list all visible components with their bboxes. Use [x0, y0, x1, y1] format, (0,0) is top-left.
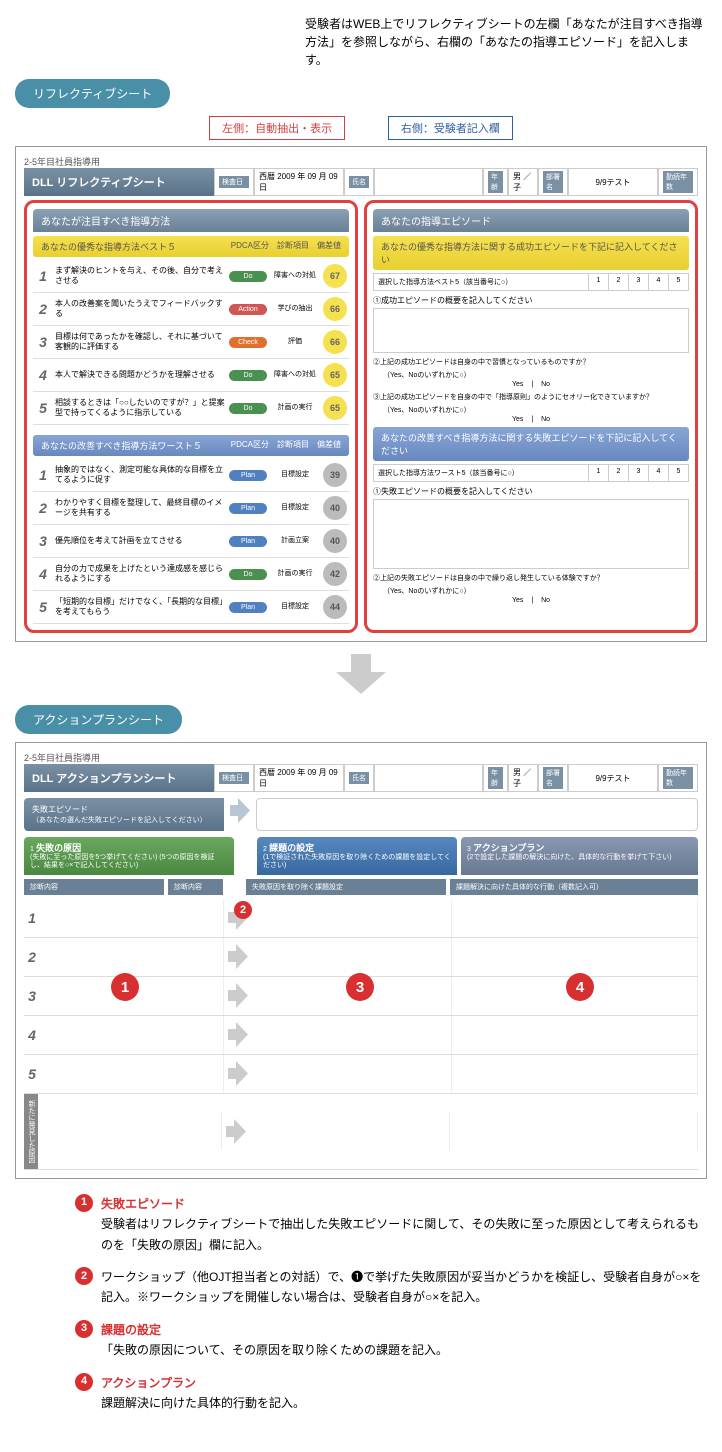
tab-reflective: リフレクティブシート — [15, 79, 170, 108]
legend-marker: 1 — [75, 1194, 93, 1212]
ap-episode-input[interactable] — [256, 798, 698, 831]
list-item: 1 抽象的ではなく、測定可能な具体的な目標を立てるように促す Plan 目標設定… — [33, 459, 349, 492]
score-badge: 40 — [323, 496, 347, 520]
score-badge: 65 — [323, 396, 347, 420]
legend-item: 3 課題の設定「失敗の原因について、その原因を取り除くための課題を記入。 — [75, 1320, 707, 1361]
actionplan-sheet: 2-5年目社員指導用 DLL アクションプランシート 検査日 西暦 2009 年… — [15, 742, 707, 1179]
marker-1: 1 — [111, 973, 139, 1001]
score-badge: 66 — [323, 297, 347, 321]
ap-title: DLL アクションプランシート — [32, 770, 176, 786]
table-row: 2 — [24, 938, 698, 977]
left-panel: あなたが注目すべき指導方法 あなたの優秀な指導方法ベスト５ PDCA区分診断項目… — [24, 200, 358, 633]
ap-col1-header: 1 失敗の原因 (失敗に至った原因を5つ挙げてください) (5つの原因を検証し、… — [24, 837, 234, 875]
tab-actionplan: アクションプランシート — [15, 705, 182, 734]
right-arrow-icon — [230, 798, 250, 823]
sheet-title: DLL リフレクティブシート — [32, 174, 166, 190]
ap-col3-header: 3 アクションプラン (2で設定した課題の解決に向けた、具体的な行動を挙げて下さ… — [461, 837, 698, 875]
success-episode-input[interactable] — [373, 308, 689, 353]
score-badge: 67 — [323, 264, 347, 288]
list-item: 2 本人の改善案を聞いたうえでフィードバックする Action 学びの抽出 66 — [33, 293, 349, 326]
pdca-badge: Check — [229, 337, 267, 348]
score-badge: 42 — [323, 562, 347, 586]
list-item: 3 優先順位を考えて計画を立てさせる Plan 計画立案 40 — [33, 525, 349, 558]
pdca-badge: Plan — [229, 470, 267, 481]
legend-item: 1 失敗エピソード受験者はリフレクティブシートで抽出した失敗エピソードに関して、… — [75, 1194, 707, 1255]
select-best-row[interactable]: 選択した指導方法ベスト5（該当番号に○） 12345 — [373, 273, 689, 291]
score-badge: 65 — [323, 363, 347, 387]
pdca-badge: Plan — [229, 503, 267, 514]
pdca-badge: Plan — [229, 602, 267, 613]
table-row: 1 — [24, 899, 698, 938]
meta-row: 検査日 西暦 2009 年 09 月 09 日 氏名 年齢 男 ／ 子 部署名 … — [214, 168, 698, 196]
failure-episode-input[interactable] — [373, 499, 689, 569]
worst5-header: あなたの改善すべき指導方法ワースト５ PDCA区分診断項目偏差値 — [33, 435, 349, 456]
select-worst-row[interactable]: 選択した指導方法ワースト5（該当番号に○） 12345 — [373, 464, 689, 482]
right-arrow-icon — [228, 944, 248, 969]
legend-item: 2 ワークショップ（他OJT担当者との対話）で、❶で挙げた失敗原因が妥当かどうか… — [75, 1267, 707, 1308]
pdca-badge: Action — [229, 304, 267, 315]
right-arrow-icon — [226, 1119, 246, 1144]
pdca-badge: Do — [229, 403, 267, 414]
ap-meta-row: 検査日 西暦 2009 年 09 月 09 日 氏名 年齢 男 ／ 子 部署名 … — [214, 764, 698, 792]
list-item: 4 自分の力で成果を上げたという達成感を感じられるようにする Do 計画の実行 … — [33, 558, 349, 591]
right-arrow-icon — [228, 1022, 248, 1047]
legend: 1 失敗エピソード受験者はリフレクティブシートで抽出した失敗エピソードに関して、… — [75, 1194, 707, 1414]
list-item: 1 まず解決のヒントを与え、その後、自分で考えさせる Do 障害への対処 67 — [33, 260, 349, 293]
list-item: 2 わかりやすく目標を整理して、最終目標のイメージを共有する Plan 目標設定… — [33, 492, 349, 525]
left-header: あなたが注目すべき指導方法 — [33, 209, 349, 232]
marker-2: 2 — [234, 901, 252, 919]
callout-left: 左側：自動抽出・表示 — [209, 116, 345, 140]
marker-3: 3 — [346, 973, 374, 1001]
pdca-badge: Do — [229, 271, 267, 282]
score-badge: 40 — [323, 529, 347, 553]
right-best-header: あなたの優秀な指導方法に関する成功エピソードを下記に記入してください — [373, 236, 689, 270]
intro-text: 受験者はWEB上でリフレクティブシートの左欄「あなたが注目すべき指導方法」を参照… — [305, 15, 707, 69]
yn-best-2[interactable]: Yes | No — [373, 381, 689, 388]
score-badge: 66 — [323, 330, 347, 354]
callout-right: 右側：受験者記入欄 — [388, 116, 513, 140]
score-badge: 44 — [323, 595, 347, 619]
pdca-badge: Do — [229, 569, 267, 580]
reflective-sheet: 2-5年目社員指導用 DLL リフレクティブシート 検査日 西暦 2009 年 … — [15, 146, 707, 642]
ap-episode-label: 失敗エピソード （あなたの選んだ失敗エピソードを記入してください） — [24, 798, 224, 831]
yn-worst-2[interactable]: Yes | No — [373, 597, 689, 604]
list-item: 5 相談するときは「○○したいのですが？」と提案型で持ってくるように指示している… — [33, 392, 349, 425]
legend-marker: 4 — [75, 1373, 93, 1391]
list-item: 3 目標は何であったかを確認し、それに基づいて客観的に評価する Check 評価… — [33, 326, 349, 359]
legend-marker: 2 — [75, 1267, 93, 1285]
new-cause-label: 新たに発見した原因 — [24, 1094, 38, 1169]
marker-4: 4 — [566, 973, 594, 1001]
list-item: 5 「短期的な目標」だけでなく、「長期的な目標」を考えてもらう Plan 目標設… — [33, 591, 349, 624]
right-arrow-icon — [228, 1061, 248, 1086]
score-badge: 39 — [323, 463, 347, 487]
right-worst-header: あなたの改善すべき指導方法に関する失敗エピソードを下記に記入してください — [373, 427, 689, 461]
yn-best-3[interactable]: Yes | No — [373, 416, 689, 423]
table-row: 4 — [24, 1016, 698, 1055]
legend-item: 4 アクションプラン課題解決に向けた具体的行動を記入。 — [75, 1373, 707, 1414]
down-arrow-icon — [15, 654, 707, 697]
best5-header: あなたの優秀な指導方法ベスト５ PDCA区分診断項目偏差値 — [33, 236, 349, 257]
sheet-pretitle: 2-5年目社員指導用 — [24, 155, 698, 168]
table-row: 5 — [24, 1055, 698, 1094]
list-item: 4 本人で解決できる問題かどうかを理解させる Do 障害への対処 65 — [33, 359, 349, 392]
right-arrow-icon — [228, 983, 248, 1008]
ap-pretitle: 2-5年目社員指導用 — [24, 751, 698, 764]
legend-marker: 3 — [75, 1320, 93, 1338]
pdca-badge: Plan — [229, 536, 267, 547]
ap-col2-header: 2 課題の設定 (1で検証された失敗原因を取り除くための課題を設定してください) — [257, 837, 457, 875]
pdca-badge: Do — [229, 370, 267, 381]
right-header: あなたの指導エピソード — [373, 209, 689, 232]
right-panel: あなたの指導エピソード あなたの優秀な指導方法に関する成功エピソードを下記に記入… — [364, 200, 698, 633]
